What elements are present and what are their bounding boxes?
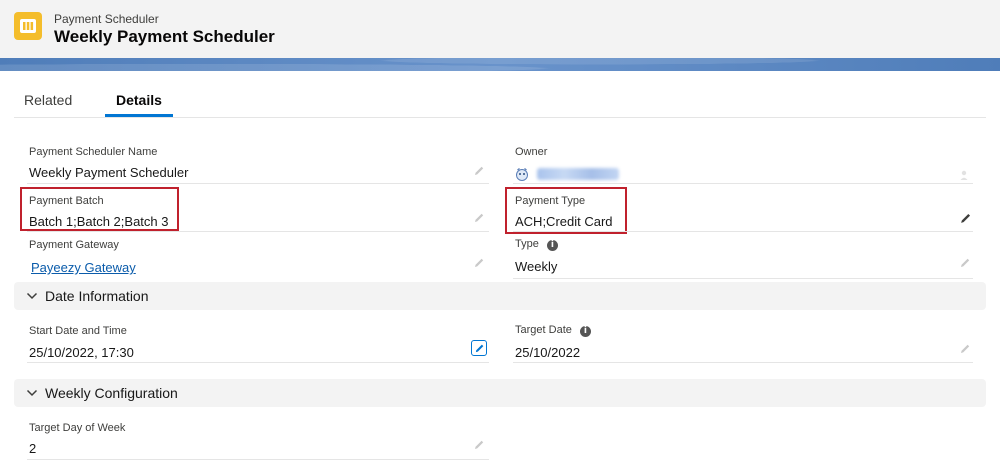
user-avatar-icon <box>516 167 528 181</box>
tab-related[interactable]: Related <box>24 92 72 108</box>
redacted-owner-name <box>537 167 619 180</box>
header-banner <box>0 58 1000 71</box>
field-label: Type i <box>515 238 558 251</box>
field-payment-gateway: Payment Gateway Payeezy Gateway <box>29 239 491 279</box>
chevron-down-icon <box>26 292 38 300</box>
field-separator <box>513 362 973 363</box>
field-label: Owner <box>515 146 548 158</box>
field-separator <box>513 231 973 232</box>
field-payment-type: Payment Type ACH;Credit Card <box>513 195 975 233</box>
chevron-down-icon <box>26 389 38 397</box>
tabs-divider <box>14 117 986 118</box>
field-value: 25/10/2022 <box>515 345 581 360</box>
pencil-icon[interactable] <box>958 256 972 270</box>
field-label: Start Date and Time <box>29 325 127 337</box>
section-title: Weekly Configuration <box>45 385 178 401</box>
field-start-date-time: Start Date and Time 25/10/2022, 17:30 <box>27 325 491 363</box>
section-title: Date Information <box>45 288 149 304</box>
tab-details[interactable]: Details <box>116 92 162 108</box>
info-icon[interactable]: i <box>546 240 558 251</box>
section-weekly-configuration[interactable]: Weekly Configuration <box>14 379 986 407</box>
field-label: Target Date i <box>515 324 591 337</box>
field-value: Weekly Payment Scheduler <box>29 165 189 180</box>
field-value: 2 <box>29 441 37 456</box>
change-owner-icon[interactable] <box>958 168 972 182</box>
field-value: ACH;Credit Card <box>515 214 613 229</box>
field-label: Payment Gateway <box>29 239 119 251</box>
field-label: Payment Scheduler Name <box>29 146 158 158</box>
record-header: Payment Scheduler Weekly Payment Schedul… <box>0 0 1000 58</box>
field-target-date: Target Date i 25/10/2022 <box>513 324 975 363</box>
scheduler-app-icon <box>14 12 42 40</box>
field-label: Payment Type <box>515 195 586 207</box>
field-separator <box>27 231 489 232</box>
pencil-icon[interactable] <box>958 211 972 225</box>
owner-value[interactable] <box>515 165 619 181</box>
pencil-icon[interactable] <box>472 256 486 270</box>
field-label: Target Day of Week <box>29 422 126 434</box>
pencil-icon[interactable] <box>472 211 486 225</box>
field-separator <box>27 459 489 460</box>
section-date-information[interactable]: Date Information <box>14 282 986 310</box>
edit-pencil-button[interactable] <box>471 340 487 356</box>
field-payment-batch: Payment Batch Batch 1;Batch 2;Batch 3 <box>27 195 491 233</box>
object-type-label: Payment Scheduler <box>54 12 159 26</box>
pencil-icon[interactable] <box>472 438 486 452</box>
pencil-icon[interactable] <box>472 164 486 178</box>
field-separator <box>27 362 489 363</box>
pencil-icon[interactable] <box>958 342 972 356</box>
field-target-day-of-week: Target Day of Week 2 <box>27 422 491 460</box>
info-icon[interactable]: i <box>579 326 591 337</box>
field-value: Batch 1;Batch 2;Batch 3 <box>29 214 169 229</box>
field-value: 25/10/2022, 17:30 <box>29 345 134 360</box>
field-label: Payment Batch <box>29 195 104 207</box>
field-separator <box>27 183 489 184</box>
payment-gateway-link[interactable]: Payeezy Gateway <box>31 260 136 275</box>
record-title: Weekly Payment Scheduler <box>54 27 275 46</box>
field-owner: Owner <box>513 146 975 184</box>
field-type: Type i Weekly <box>513 238 975 279</box>
field-payment-scheduler-name: Payment Scheduler Name Weekly Payment Sc… <box>27 146 491 184</box>
field-separator <box>513 183 973 184</box>
field-value: Weekly <box>515 259 558 274</box>
field-separator <box>513 278 973 279</box>
